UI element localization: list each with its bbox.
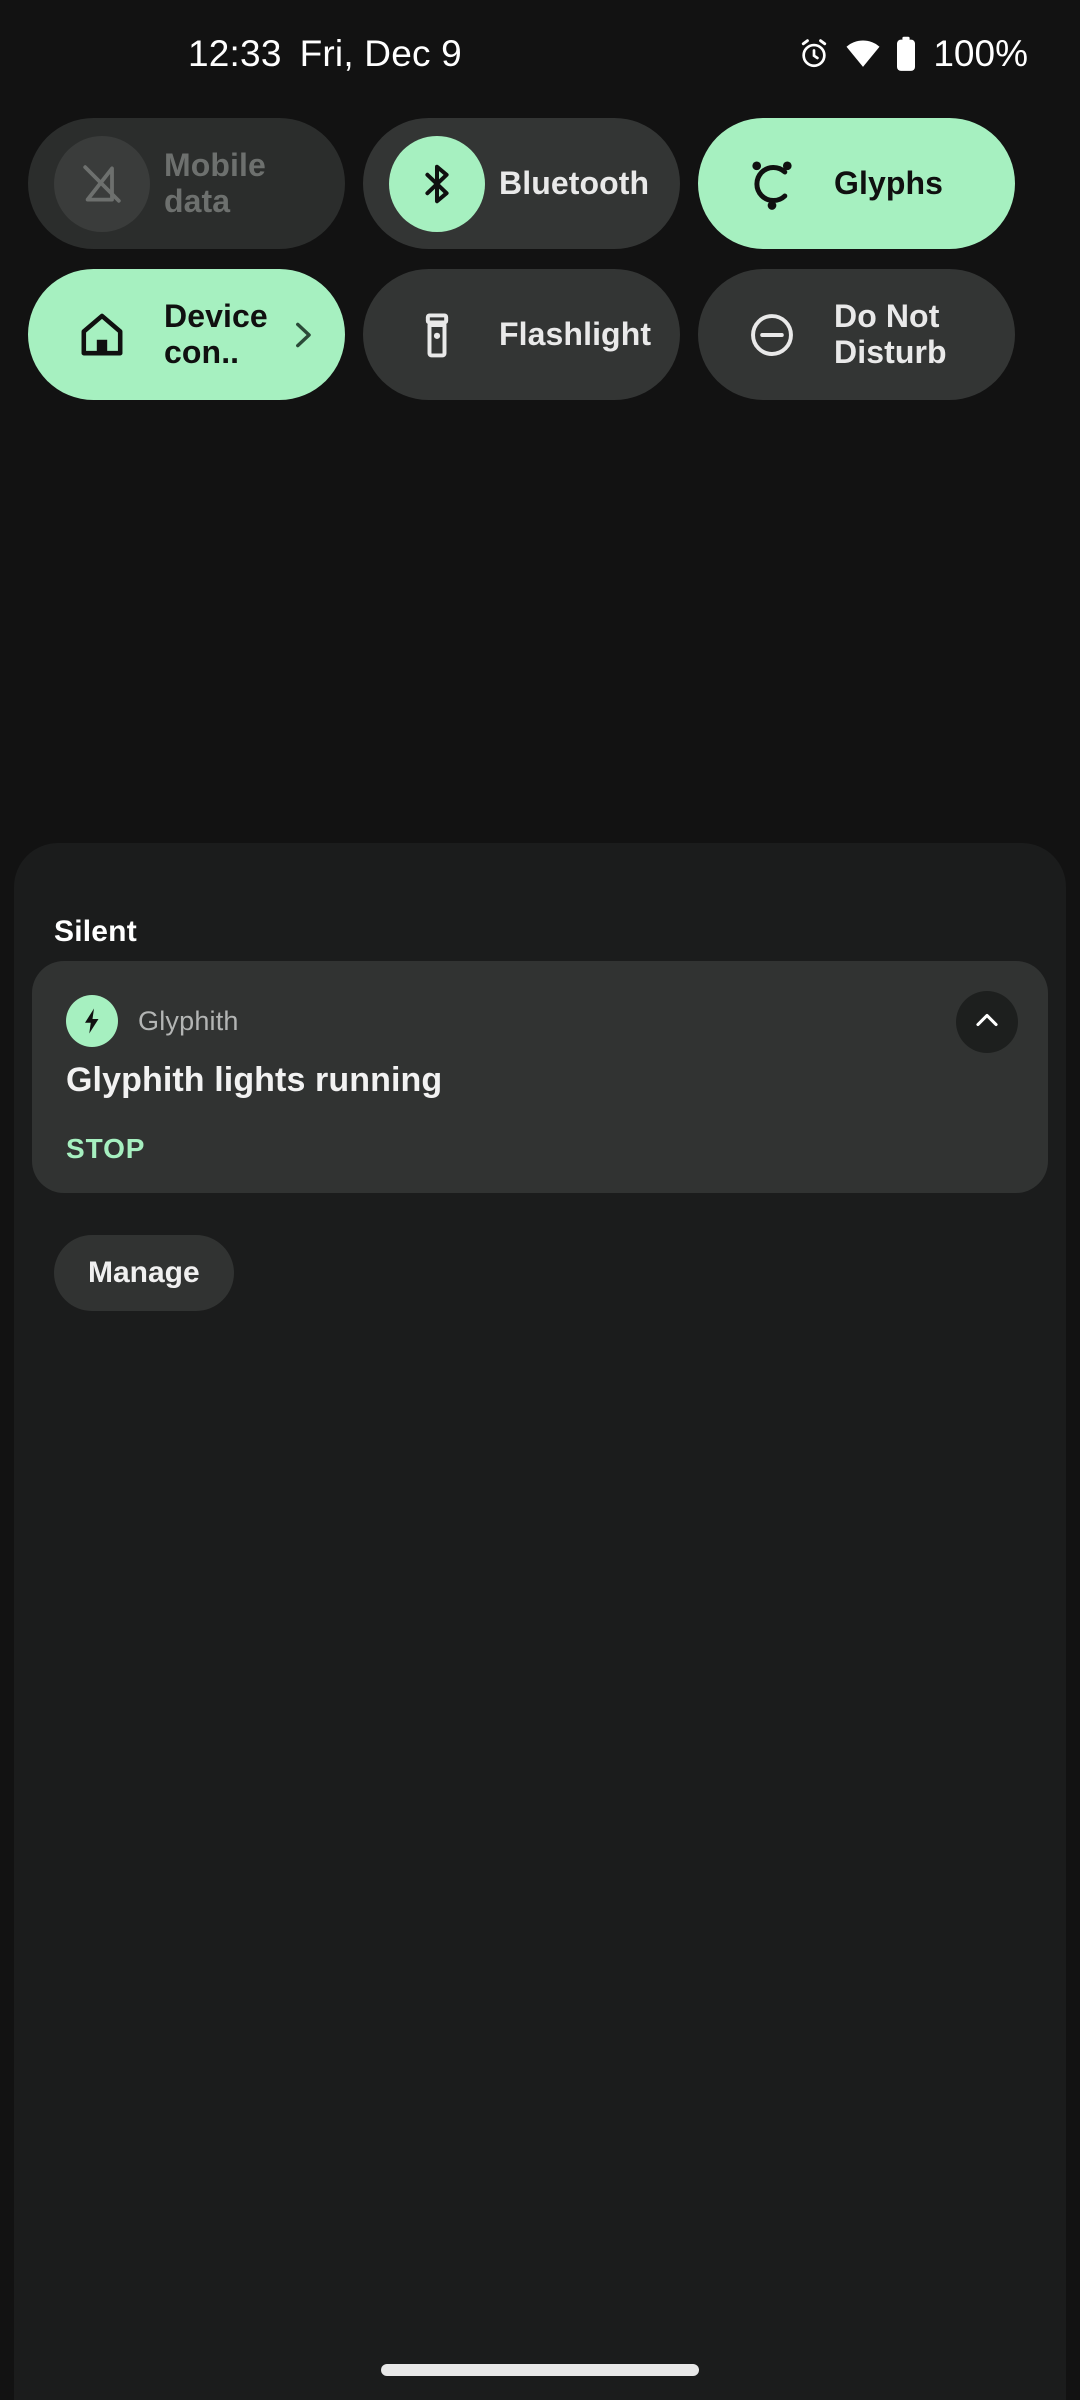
status-bar-right: 100%	[797, 33, 1028, 75]
status-bar: 12:33 Fri, Dec 9 100%	[0, 0, 1080, 108]
tile-label-glyphs: Glyphs	[834, 164, 944, 201]
quick-settings-grid: Mobile data Bluetooth Glyphs Device con.…	[28, 118, 1052, 400]
tile-flashlight[interactable]: Flashlight	[363, 269, 680, 400]
status-bar-date: Fri, Dec 9	[299, 33, 462, 74]
manage-notifications-button[interactable]: Manage	[54, 1235, 234, 1311]
notification-header: Glyphith	[66, 995, 239, 1047]
tile-do-not-disturb[interactable]: Do Not Disturb	[698, 269, 1015, 400]
tile-mobile-data[interactable]: Mobile data	[28, 118, 345, 249]
do-not-disturb-icon	[724, 287, 820, 383]
notification-shade: Silent Glyphith Glyphith lights running	[14, 843, 1066, 2400]
notification-title: Glyphith lights running	[66, 1061, 443, 1099]
home-icon	[54, 287, 150, 383]
bluetooth-icon	[389, 135, 485, 232]
tile-glyphs[interactable]: Glyphs	[698, 118, 1015, 249]
quick-settings-screen: 12:33 Fri, Dec 9 100% Mobile data Blueto…	[0, 0, 1080, 2400]
notification-stop-button[interactable]: STOP	[66, 1133, 145, 1165]
battery-percentage: 100%	[933, 33, 1028, 74]
tile-label-do-not-disturb: Do Not Disturb	[834, 297, 947, 370]
notification-card[interactable]: Glyphith Glyphith lights running STOP	[32, 961, 1048, 1193]
home-gesture-pill[interactable]	[381, 2364, 699, 2376]
battery-icon	[895, 36, 917, 72]
tile-bluetooth[interactable]: Bluetooth	[363, 118, 680, 249]
alarm-icon	[797, 37, 831, 71]
chevron-right-icon[interactable]	[285, 318, 319, 352]
tile-label-mobile-data: Mobile data	[164, 146, 266, 219]
notification-section-header: Silent	[54, 915, 137, 948]
mobile-data-off-icon	[54, 135, 150, 232]
wifi-icon	[845, 39, 881, 69]
tile-device-controls[interactable]: Device con..	[28, 269, 345, 400]
chevron-up-icon	[971, 1004, 1003, 1041]
bolt-icon	[66, 995, 118, 1047]
status-bar-left: 12:33 Fri, Dec 9	[188, 33, 462, 75]
flashlight-icon	[389, 287, 485, 383]
glyph-c-icon	[724, 136, 820, 232]
notification-collapse-button[interactable]	[956, 991, 1018, 1053]
tile-label-bluetooth: Bluetooth	[499, 164, 650, 201]
status-bar-clock: 12:33	[188, 33, 282, 74]
notification-app-name: Glyphith	[138, 1005, 239, 1036]
tile-label-flashlight: Flashlight	[499, 315, 652, 352]
